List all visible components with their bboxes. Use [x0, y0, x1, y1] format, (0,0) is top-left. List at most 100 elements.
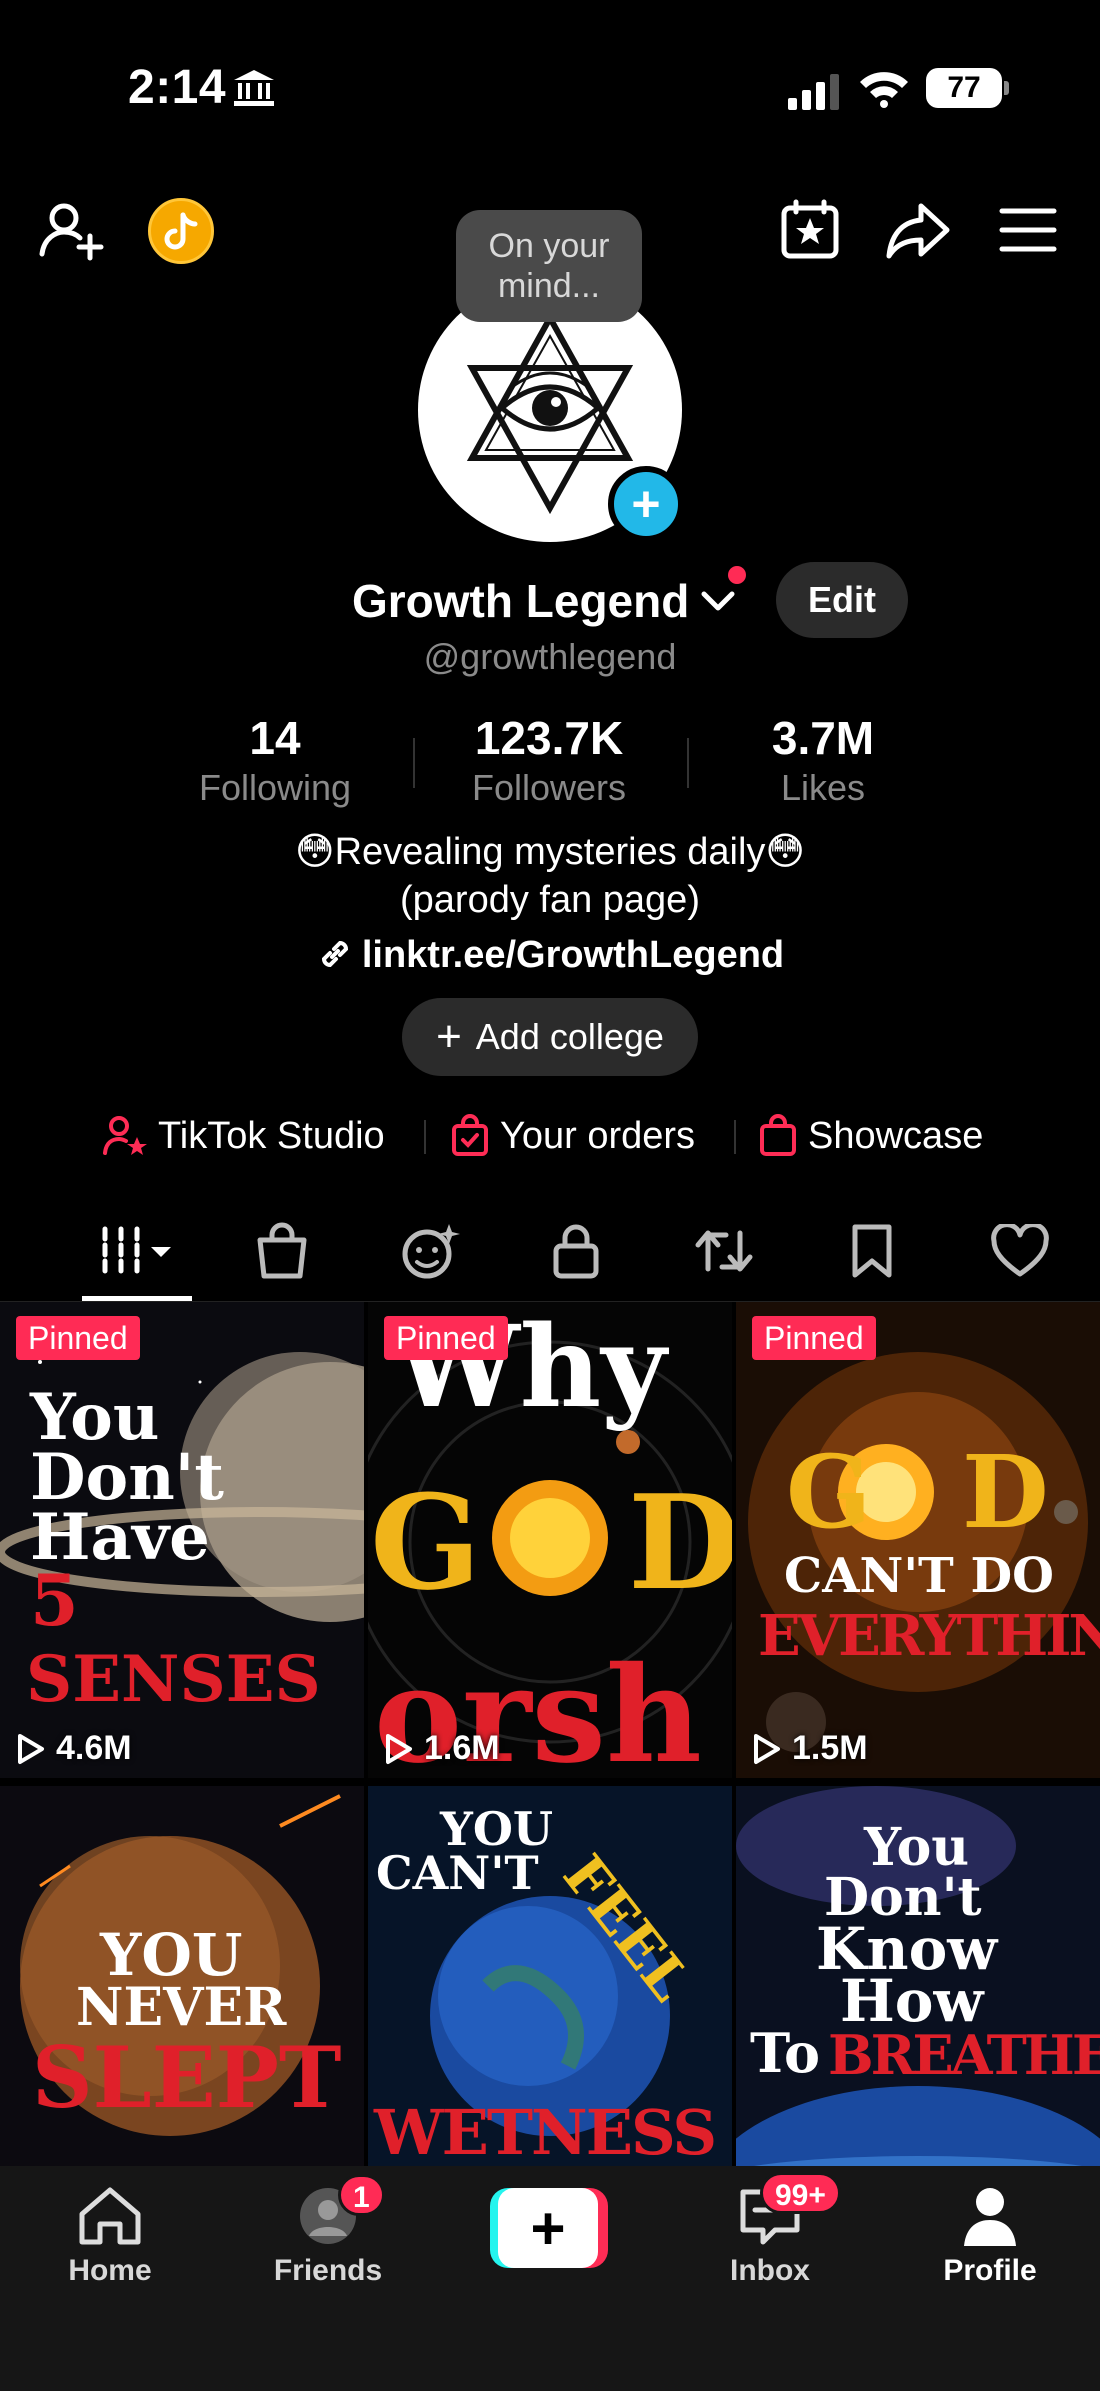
nav-home[interactable]: Home	[20, 2184, 200, 2288]
view-count: 1.5M	[752, 1729, 868, 1768]
share-profile-button[interactable]	[884, 196, 952, 264]
profile-shortcuts: TikTok Studio Your orders Showcase	[0, 1108, 1100, 1164]
tiktok-studio-button[interactable]: TikTok Studio	[102, 1108, 385, 1164]
play-icon	[754, 1733, 780, 1764]
stat-value: 123.7K	[474, 712, 624, 764]
tile-title: D	[962, 1433, 1049, 1551]
tab-liked[interactable]	[980, 1216, 1060, 1286]
video-tile[interactable]: Why G D orsh Pinned 1.6M	[368, 1302, 732, 1778]
shopping-bag-icon	[257, 1222, 307, 1279]
add-user-icon	[39, 203, 104, 261]
tile-title: SENSES	[26, 1642, 321, 1717]
tab-videos[interactable]	[92, 1216, 182, 1286]
tab-favorites[interactable]	[832, 1216, 912, 1286]
stat-value: 3.7M	[771, 712, 875, 764]
shortcut-label: Your orders	[500, 1114, 696, 1157]
tile-title: CAN'T DO	[784, 1548, 1054, 1604]
video-tile[interactable]: YOU NEVER SLEPT	[0, 1786, 364, 2166]
tile-title: To	[750, 2021, 821, 2085]
stat-following[interactable]: 14 Following	[165, 710, 385, 810]
repost-icon	[695, 1230, 753, 1272]
add-friend-button[interactable]	[36, 196, 104, 264]
video-tile[interactable]: YOU CAN'T FEEL WETNESS	[368, 1786, 732, 2166]
stat-label: Followers	[471, 767, 627, 808]
profile-handle: @growthlegend	[423, 636, 677, 677]
chevron-down-icon[interactable]	[698, 584, 738, 618]
link-icon	[321, 940, 348, 968]
face-sparkle-icon	[402, 1224, 460, 1279]
showcase-button[interactable]: Showcase	[758, 1108, 983, 1164]
bottom-nav: Home Friends 1 + Inbox 99+ Profile	[0, 2166, 1100, 2391]
coins-button[interactable]	[148, 198, 214, 264]
tile-title: 5	[30, 1559, 79, 1642]
pinned-badge: Pinned	[16, 1316, 140, 1360]
wifi-icon	[860, 72, 908, 108]
friends-badge: 1	[338, 2174, 385, 2216]
stat-value: 14	[249, 712, 301, 764]
calendar-star-icon	[781, 199, 839, 259]
video-tile[interactable]: You Don't Have 5 SENSES Pinned 4.6M	[0, 1302, 364, 1778]
tab-private[interactable]	[536, 1216, 616, 1286]
tile-title: YOU	[100, 1921, 243, 1989]
share-arrow-icon	[886, 203, 950, 259]
profile-person-icon	[964, 2188, 1016, 2246]
nav-profile[interactable]: Profile	[900, 2184, 1080, 2288]
bank-icon	[234, 70, 274, 106]
tile-title: G	[370, 1466, 482, 1619]
stat-likes[interactable]: 3.7M Likes	[713, 710, 933, 810]
tile-title: WETNESS	[374, 2096, 717, 2166]
tiktok-note-icon	[164, 212, 198, 250]
plus-icon: +	[631, 476, 661, 532]
profile-stats: 14 Following 123.7K Followers 3.7M Likes	[0, 710, 1100, 810]
your-orders-button[interactable]: Your orders	[450, 1108, 695, 1164]
stat-followers[interactable]: 123.7K Followers	[439, 710, 659, 810]
video-tile[interactable]: You Don't Know How To BREATHE	[736, 1786, 1100, 2166]
profile-link[interactable]: linktr.ee/GrowthLegend	[0, 930, 1100, 980]
grid-bars-icon	[102, 1226, 171, 1276]
tab-reposts[interactable]	[684, 1216, 764, 1286]
pinned-badge: Pinned	[384, 1316, 508, 1360]
plus-icon: +	[436, 1012, 462, 1061]
content-tabs	[0, 1206, 1100, 1302]
nav-label: Inbox	[730, 2254, 810, 2287]
calendar-star-button[interactable]	[776, 196, 844, 264]
tile-title: CAN'T	[376, 1846, 539, 1900]
add-college-button[interactable]: + Add college	[402, 998, 698, 1076]
tile-title: SLEPT	[32, 2028, 342, 2127]
profile-name[interactable]: Growth Legend	[352, 568, 689, 634]
menu-button[interactable]	[994, 196, 1062, 264]
view-count: 1.6M	[384, 1729, 500, 1768]
view-count-value: 4.6M	[56, 1729, 132, 1767]
avatar-add-button[interactable]: +	[608, 466, 684, 542]
link-text: linktr.ee/GrowthLegend	[361, 934, 785, 976]
video-tile[interactable]: G D CAN'T DO EVERYTHING Pinned 1.5M	[736, 1302, 1100, 1778]
status-bar: 2:14 77	[0, 0, 1100, 180]
heart-icon	[991, 1224, 1049, 1277]
edit-profile-button[interactable]: Edit	[776, 562, 908, 638]
play-icon	[386, 1733, 412, 1764]
tab-collab[interactable]	[390, 1216, 470, 1286]
view-count-value: 1.5M	[792, 1729, 868, 1767]
stat-label: Likes	[780, 767, 866, 808]
tile-title: G	[786, 1433, 872, 1551]
orders-bag-check-icon	[452, 1114, 488, 1156]
view-count-value: 1.6M	[424, 1729, 500, 1767]
on-your-mind-bubble[interactable]: On your mind...	[456, 210, 642, 322]
play-icon	[18, 1733, 44, 1764]
home-icon	[79, 2187, 141, 2245]
showcase-bag-icon	[760, 1114, 796, 1156]
tile-title: EVERYTHING	[758, 1603, 1100, 1669]
nav-label: Home	[68, 2254, 152, 2287]
bio-line: (parody fan page)	[400, 879, 700, 921]
create-button[interactable]: +	[490, 2188, 608, 2268]
tile-title: D	[628, 1466, 732, 1619]
active-tab-indicator	[82, 1296, 192, 1301]
nav-label: Friends	[273, 2254, 383, 2287]
stat-label: Following	[198, 767, 352, 808]
nav-friends[interactable]: Friends	[238, 2184, 418, 2288]
hamburger-menu-icon	[999, 208, 1057, 252]
video-grid: You Don't Have 5 SENSES Pinned 4.6M Why …	[0, 1302, 1100, 2166]
tab-shop[interactable]	[242, 1216, 322, 1286]
profile-bio: 😳Revealing mysteries daily😳 (parody fan …	[0, 828, 1100, 924]
status-time: 2:14	[128, 61, 227, 114]
